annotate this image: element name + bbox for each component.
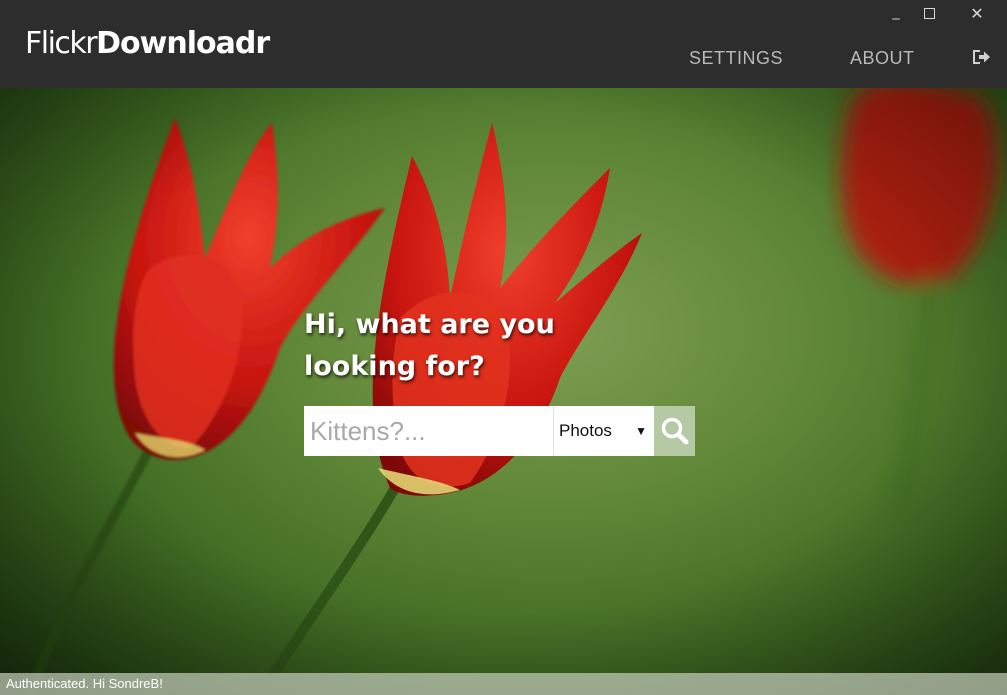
status-bar: Authenticated. Hi SondreB! (0, 673, 1007, 695)
search-button[interactable] (654, 406, 695, 456)
title-bar: FlickrDownloadr _ ✕ SETTINGS ABOUT (0, 0, 1007, 88)
nav-about[interactable]: ABOUT (850, 46, 915, 70)
search-type-selected: Photos (559, 421, 612, 440)
maximize-button[interactable] (914, 2, 944, 26)
search-bar: Photos ▼ (304, 406, 695, 456)
search-type-select[interactable]: Photos ▼ (553, 406, 654, 456)
nav-settings[interactable]: SETTINGS (689, 46, 783, 70)
dropdown-arrow-icon: ▼ (635, 424, 647, 438)
logo-bold-text: Downloadr (96, 26, 270, 61)
tulips-illustration (0, 88, 1007, 695)
logout-button[interactable] (971, 48, 991, 66)
app-window: FlickrDownloadr _ ✕ SETTINGS ABOUT Hi, w… (0, 0, 1007, 695)
search-headline: Hi, what are you looking for? (304, 304, 624, 388)
headline-line-1: Hi, what are you (304, 309, 555, 340)
headline-line-2: looking for? (304, 351, 485, 382)
status-text: Authenticated. Hi SondreB! (6, 676, 163, 691)
minimize-button[interactable]: _ (881, 2, 911, 26)
app-logo: FlickrDownloadr (25, 24, 270, 64)
close-button[interactable]: ✕ (962, 2, 992, 26)
background-photo (0, 88, 1007, 695)
logo-light-text: Flickr (25, 26, 98, 61)
maximize-icon (924, 8, 935, 19)
search-input[interactable] (304, 406, 553, 456)
logout-icon (973, 50, 990, 64)
search-icon (661, 417, 689, 445)
